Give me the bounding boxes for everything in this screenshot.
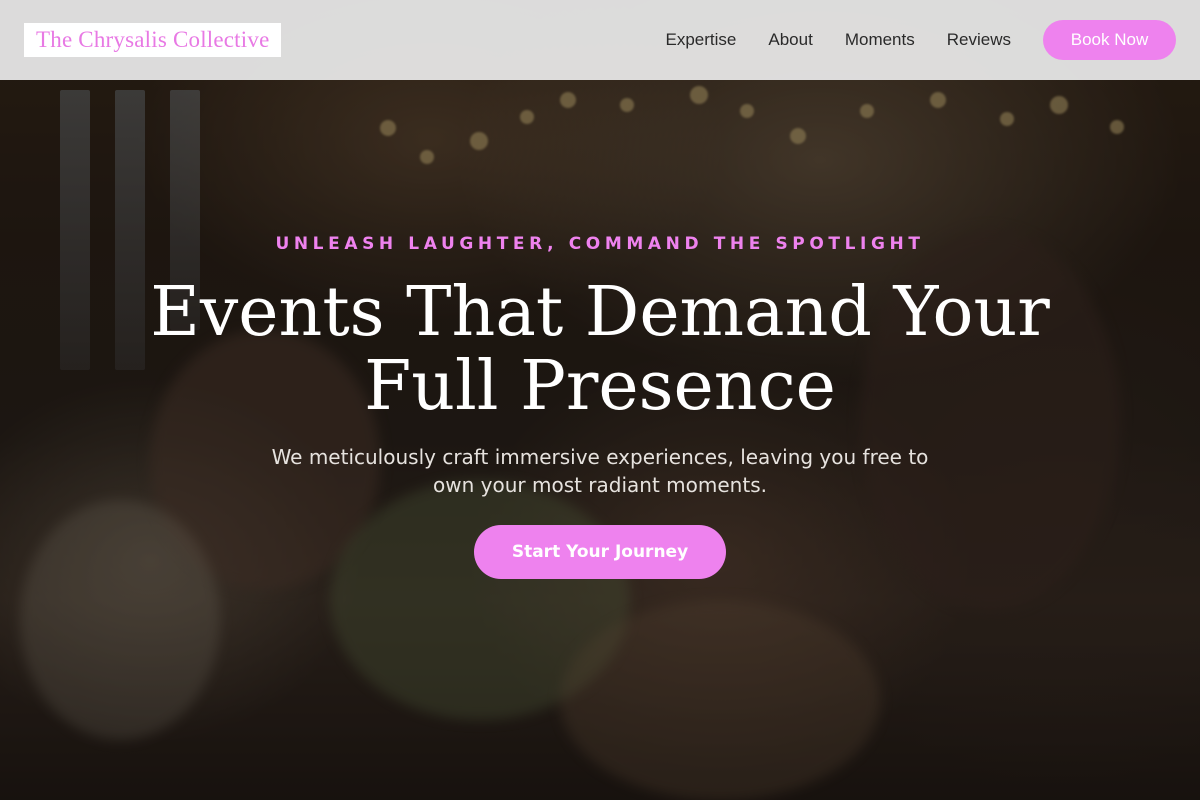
- hero-headline-line-1: Events That Demand Your: [150, 273, 1050, 352]
- nav-link-expertise[interactable]: Expertise: [666, 30, 737, 50]
- nav-link-reviews[interactable]: Reviews: [947, 30, 1011, 50]
- hero-headline-line-2: Full Presence: [364, 347, 836, 426]
- hero-eyebrow: UNLEASH LAUGHTER, COMMAND THE SPOTLIGHT: [275, 234, 925, 254]
- nav-links: Expertise About Moments Reviews Book Now: [634, 20, 1176, 60]
- hero-content: UNLEASH LAUGHTER, COMMAND THE SPOTLIGHT …: [0, 0, 1200, 800]
- brand-logo[interactable]: The Chrysalis Collective: [24, 23, 282, 57]
- start-journey-button[interactable]: Start Your Journey: [474, 525, 726, 579]
- nav-link-moments[interactable]: Moments: [845, 30, 915, 50]
- navbar: The Chrysalis Collective Expertise About…: [0, 0, 1200, 80]
- book-now-button[interactable]: Book Now: [1043, 20, 1176, 60]
- nav-link-about[interactable]: About: [768, 30, 812, 50]
- hero-subtitle: We meticulously craft immersive experien…: [271, 445, 929, 497]
- hero-headline: Events That Demand Your Full Presence: [0, 276, 1200, 424]
